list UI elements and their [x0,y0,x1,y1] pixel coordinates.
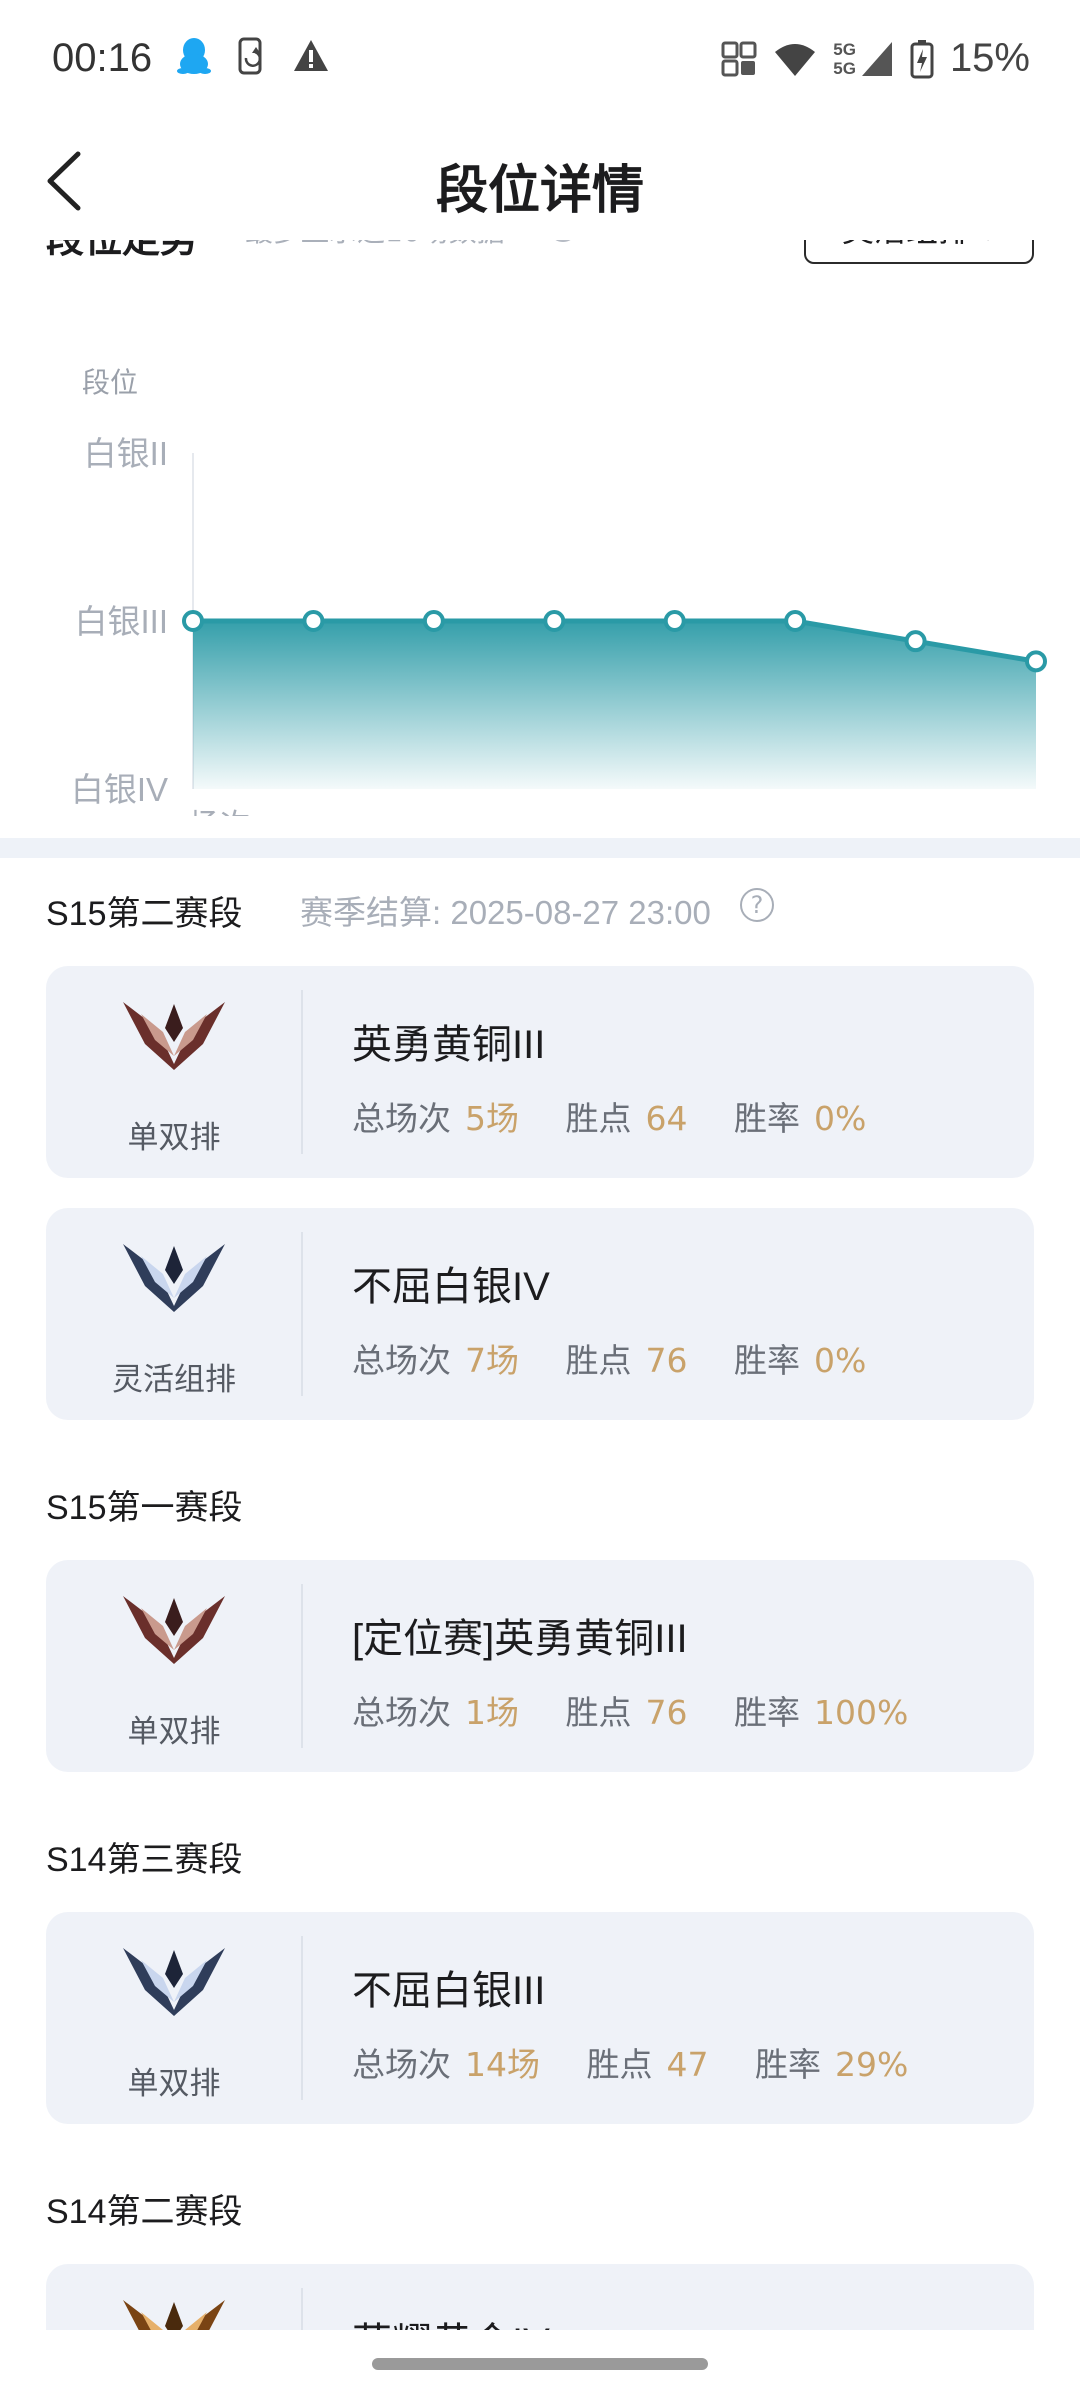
winrate-value: 100% [814,1693,909,1732]
points-label: 胜点 [565,1693,632,1732]
rank-name: [定位赛]英勇黄铜III [352,1617,688,1661]
rank-badge-area [46,2264,302,2330]
rank-card[interactable]: 单双排 英勇黄铜III 总场次 5场 胜点 64 胜率 0% [46,966,1034,1178]
rank-stats: 总场次 14场 胜点 47 胜率 29% [352,2038,908,2086]
rank-name: 荣耀黄金IV [352,2310,550,2330]
rank-stats: 总场次 7场 胜点 76 胜率 0% [352,1334,866,1382]
season-settlement-note: 赛季结算: 2025-08-27 23:00 [300,894,711,931]
queue-filter-button[interactable]: 灵活组排 ▾ [804,240,1034,264]
silver-badge-icon [121,1940,227,2016]
queue-type-label: 单双排 [127,1120,221,1156]
rank-card[interactable]: 单双排 不屈白银III 总场次 14场 胜点 47 胜率 29% [46,1912,1034,2124]
rank-badge-area: 单双排 [46,1912,302,2124]
queue-type-label: 单双排 [127,2066,221,2102]
x-axis-label: 场次 [189,808,251,816]
y-axis-label: 段位 [82,366,138,399]
home-indicator[interactable] [372,2358,708,2370]
rank-name: 不屈白银III [352,1969,546,2013]
data-point [543,610,566,632]
wifi-icon [775,43,816,76]
winrate-label: 胜率 [734,1693,800,1732]
points-value: 76 [645,1693,688,1732]
nfc-icon [721,41,757,76]
games-label: 总场次 [352,1341,451,1380]
winrate-value: 0% [814,1341,867,1380]
help-icon[interactable] [548,240,578,242]
bronze-badge-icon [121,994,227,1070]
battery-charging-icon [910,39,934,78]
winrate-label: 胜率 [755,2045,821,2084]
rank-badge-area: 单双排 [46,966,302,1178]
data-point [904,630,927,653]
data-point [182,610,204,632]
card-divider [301,2288,303,2330]
points-value: 64 [645,1099,688,1138]
rank-stats: 总场次 5场 胜点 64 胜率 0% [352,1092,866,1140]
help-icon[interactable]: ? [740,888,774,922]
queue-type-label: 灵活组排 [112,1362,236,1398]
rank-name: 英勇黄铜III [352,1023,546,1067]
data-point [663,610,686,632]
y-tick-label: 白银II [84,435,168,472]
rank-badge-area: 单双排 [46,1560,302,1772]
games-value: 7场 [465,1341,519,1380]
status-time: 00:16 [52,36,153,80]
season-header: S14第二赛段 [46,2193,243,2231]
season-header: S14第三赛段 [46,1841,243,1879]
card-divider [301,1232,303,1396]
points-value: 47 [666,2045,709,2084]
winrate-label: 胜率 [734,1341,800,1380]
warning-icon [294,40,328,71]
points-label: 胜点 [565,1341,632,1380]
rank-card[interactable]: 灵活组排 不屈白银IV 总场次 7场 胜点 76 胜率 0% [46,1208,1034,1420]
rank-name: 不屈白银IV [352,1265,550,1309]
winrate-value: 0% [814,1099,867,1138]
season-header: S15第二赛段 [46,895,243,933]
rank-card[interactable]: 单双排 [定位赛]英勇黄铜III 总场次 1场 胜点 76 胜率 100% [46,1560,1034,1772]
data-point [1025,650,1047,673]
bronze-badge-icon [121,1588,227,1664]
nav-header: 段位详情 [0,120,1080,240]
games-label: 总场次 [352,1693,451,1732]
card-divider [301,1584,303,1748]
points-value: 76 [645,1341,688,1380]
card-divider [301,1936,303,2100]
status-icons-right: 5G 5G 15% [721,36,1030,81]
silver-badge-icon [121,1236,227,1312]
games-value: 14场 [465,2045,540,2084]
network-label: 5G 5G [833,39,856,78]
gold-badge-icon [121,2292,227,2330]
games-value: 5场 [465,1099,519,1138]
queue-type-label: 单双排 [127,1714,221,1750]
points-label: 胜点 [565,1099,632,1138]
battery-percent: 15% [949,36,1030,80]
card-divider [301,990,303,1154]
y-tick-label: 白银IV [71,771,168,808]
trend-header: 段位走势 [46,240,198,263]
status-icons-left [176,36,330,76]
winrate-label: 胜率 [734,1099,800,1138]
section-divider [0,838,1080,858]
status-bar: 00:16 5G 5G 15% [0,0,1080,120]
season-header: S15第一赛段 [46,1489,243,1527]
games-label: 总场次 [352,2045,451,2084]
page-content[interactable]: 段位走势 最多显示近10场数据 灵活组排 ▾ 段位白银II 白银III 白银IV 场次… [0,240,1080,2330]
points-label: 胜点 [586,2045,653,2084]
data-point [422,610,445,632]
data-point [784,610,807,632]
phone-sync-icon [238,37,262,75]
qq-icon [177,38,211,74]
page-title: 段位详情 [435,161,644,221]
trend-note: 最多显示近10场数据 [245,240,505,250]
rank-trend-chart: 段位白银II 白银III 白银IV 场次 [71,366,1047,816]
rank-stats: 总场次 1场 胜点 76 胜率 100% [352,1686,908,1734]
winrate-value: 29% [835,2045,909,2084]
data-point [302,610,325,632]
games-value: 1场 [465,1693,519,1732]
rank-badge-area: 灵活组排 [46,1208,302,1420]
rank-card[interactable]: 荣耀黄金IV [46,2264,1034,2330]
y-tick-label: 白银III [74,603,168,640]
signal-icon: 5G 5G [833,40,894,78]
games-label: 总场次 [352,1099,451,1138]
